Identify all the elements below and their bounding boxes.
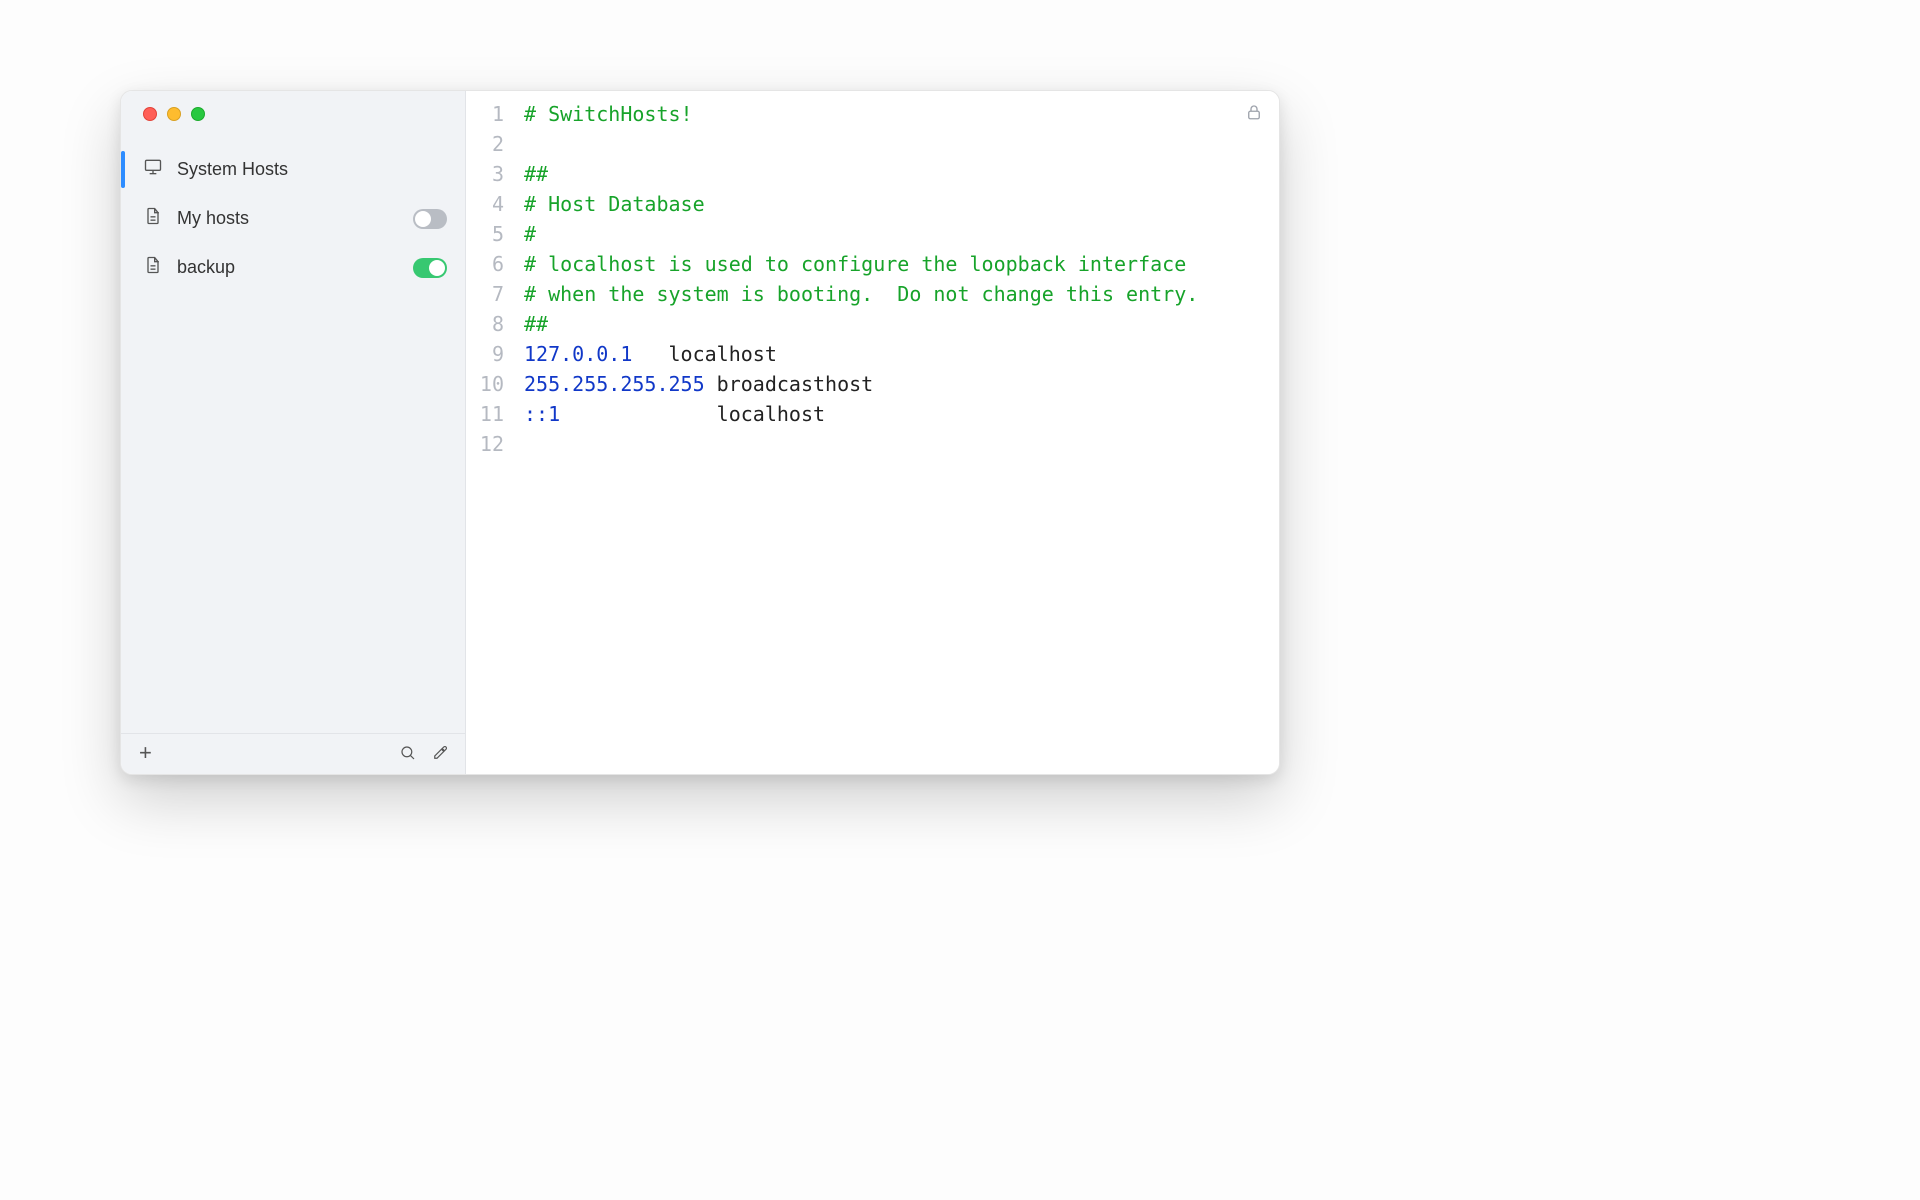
code-line: 127.0.0.1 localhost bbox=[524, 339, 1198, 369]
sidebar-list: System Hosts My hosts backup bbox=[121, 141, 465, 733]
code-line: # localhost is used to configure the loo… bbox=[524, 249, 1198, 279]
code-content: # SwitchHosts! ### Host Database## local… bbox=[514, 91, 1198, 774]
sidebar-item-my-hosts[interactable]: My hosts bbox=[121, 194, 465, 243]
line-number: 11 bbox=[466, 399, 514, 429]
monitor-icon bbox=[143, 157, 163, 182]
sidebar-item-label: My hosts bbox=[177, 208, 399, 229]
code-line: # Host Database bbox=[524, 189, 1198, 219]
line-number: 4 bbox=[466, 189, 514, 219]
line-number: 5 bbox=[466, 219, 514, 249]
line-number-gutter: 123456789101112 bbox=[466, 91, 514, 774]
window-controls bbox=[121, 91, 465, 141]
settings-icon[interactable] bbox=[431, 744, 449, 762]
code-line: 255.255.255.255 broadcasthost bbox=[524, 369, 1198, 399]
code-line: # bbox=[524, 219, 1198, 249]
code-line bbox=[524, 429, 1198, 459]
sidebar-item-backup[interactable]: backup bbox=[121, 243, 465, 292]
line-number: 12 bbox=[466, 429, 514, 459]
line-number: 7 bbox=[466, 279, 514, 309]
code-line: # when the system is booting. Do not cha… bbox=[524, 279, 1198, 309]
file-icon bbox=[143, 206, 163, 231]
line-number: 1 bbox=[466, 99, 514, 129]
line-number: 6 bbox=[466, 249, 514, 279]
zoom-window-button[interactable] bbox=[191, 107, 205, 121]
line-number: 9 bbox=[466, 339, 514, 369]
toggle-switch[interactable] bbox=[413, 209, 447, 229]
sidebar-item-label: System Hosts bbox=[177, 159, 447, 180]
code-line: ## bbox=[524, 159, 1198, 189]
sidebar-item-system-hosts[interactable]: System Hosts bbox=[121, 145, 465, 194]
footer-actions bbox=[399, 744, 449, 762]
code-line bbox=[524, 129, 1198, 159]
line-number: 8 bbox=[466, 309, 514, 339]
code-line: ## bbox=[524, 309, 1198, 339]
sidebar-item-label: backup bbox=[177, 257, 399, 278]
code-line: ::1 localhost bbox=[524, 399, 1198, 429]
toggle-switch[interactable] bbox=[413, 258, 447, 278]
line-number: 3 bbox=[466, 159, 514, 189]
sidebar-footer: + bbox=[121, 733, 465, 774]
close-window-button[interactable] bbox=[143, 107, 157, 121]
add-button[interactable]: + bbox=[139, 742, 152, 764]
line-number: 10 bbox=[466, 369, 514, 399]
code-line: # SwitchHosts! bbox=[524, 99, 1198, 129]
lock-icon bbox=[1245, 103, 1263, 121]
file-icon bbox=[143, 255, 163, 280]
editor-area[interactable]: 123456789101112 # SwitchHosts! ### Host … bbox=[466, 91, 1279, 774]
sidebar: System Hosts My hosts backup + bbox=[121, 91, 466, 774]
search-icon[interactable] bbox=[399, 744, 417, 762]
minimize-window-button[interactable] bbox=[167, 107, 181, 121]
line-number: 2 bbox=[466, 129, 514, 159]
app-window: System HostsMy hostsbackup + 12345678910… bbox=[120, 90, 1280, 775]
